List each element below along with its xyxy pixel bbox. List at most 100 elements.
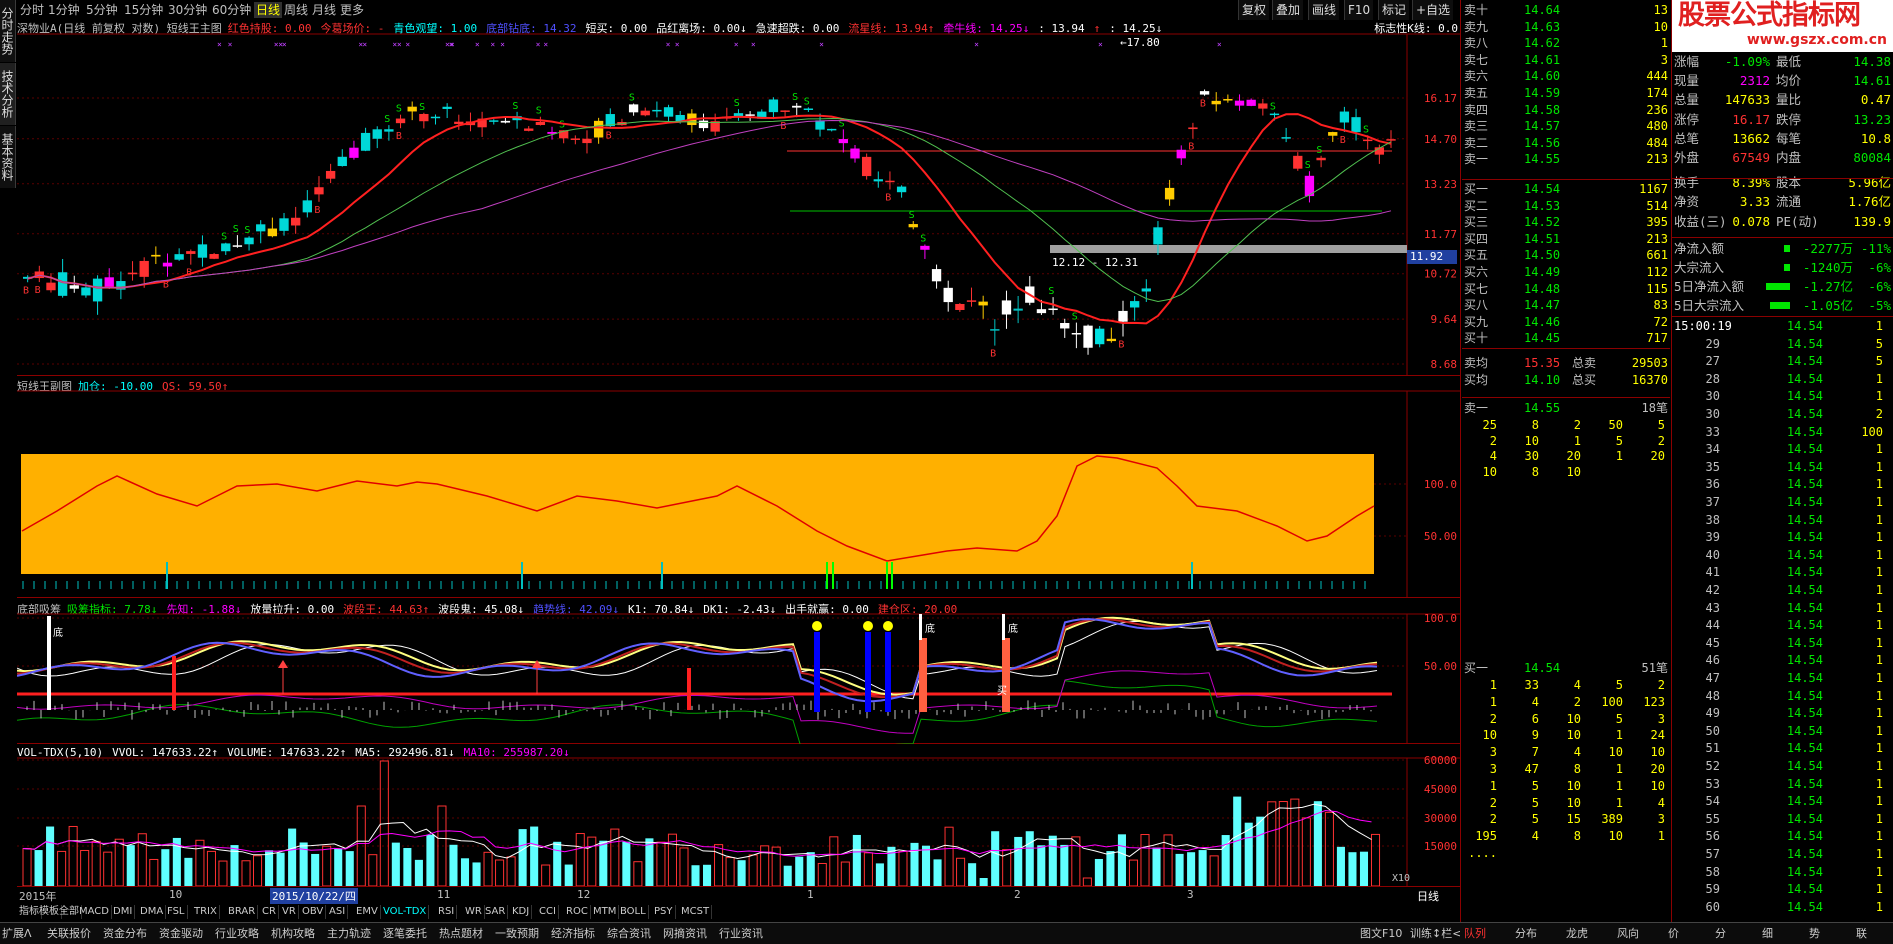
quote-tab[interactable]: 龙虎: [1566, 927, 1588, 941]
bottom-tab[interactable]: 行业资讯: [719, 927, 763, 941]
indicator-tab[interactable]: ASI: [327, 905, 349, 919]
quote-value: 13.23: [1853, 111, 1891, 127]
period-tab[interactable]: 日线: [254, 2, 283, 18]
order-level[interactable]: 买四 14.51 213: [1462, 231, 1670, 248]
order-level[interactable]: 卖三 14.57 480: [1462, 118, 1670, 135]
order-level[interactable]: 卖一 14.55 213: [1462, 151, 1670, 168]
period-tab[interactable]: 60分钟: [210, 2, 253, 18]
order-level[interactable]: 卖七 14.61 3: [1462, 52, 1670, 69]
bottom-tab[interactable]: 逐笔委托: [383, 927, 427, 941]
indicator-tab[interactable]: MCST: [679, 905, 713, 919]
indicator-tab[interactable]: MTM: [591, 905, 620, 919]
bottom-tab[interactable]: 一致预期: [495, 927, 539, 941]
candle: [1258, 103, 1268, 109]
tab-fundamentals[interactable]: 基本资料: [0, 126, 16, 188]
indicator-tab[interactable]: WR: [463, 905, 485, 919]
bottom-tab[interactable]: 综合资讯: [607, 927, 651, 941]
indicator-tab[interactable]: ROC: [564, 905, 591, 919]
indicator-tab[interactable]: CCI: [537, 905, 559, 919]
candlestick-chart[interactable]: 16.1714.7013.2311.7710.729.648.68B B BBSS S…: [17, 20, 1460, 376]
period-tab[interactable]: 1分钟: [46, 2, 82, 18]
indicator-tab[interactable]: CR: [260, 905, 279, 919]
toolbar-button[interactable]: +自选: [1412, 0, 1454, 20]
quote-tab[interactable]: 风向: [1617, 927, 1639, 941]
quote-tab[interactable]: 价: [1668, 927, 1679, 941]
bottom-tab[interactable]: 经济指标: [551, 927, 595, 941]
tab-technical[interactable]: 技术分析: [0, 63, 16, 125]
sub-chart-2-panel[interactable]: 底部吸筹 吸筹指标: 7.78↓ 先知: -1.88↓ 放量拉升: 0.00 波段王: …: [17, 598, 1460, 744]
bottom-tab[interactable]: 网摘资讯: [663, 927, 707, 941]
toolbar-button[interactable]: 画线: [1308, 0, 1340, 20]
indicator-tab[interactable]: RSI: [436, 905, 458, 919]
order-level[interactable]: 卖二 14.56 484: [1462, 135, 1670, 152]
order-level[interactable]: 买二 14.53 514: [1462, 198, 1670, 215]
toolbar-button[interactable]: 复权: [1238, 0, 1270, 20]
indicator-tab[interactable]: TRIX: [192, 905, 220, 919]
order-level[interactable]: 买五 14.50 661: [1462, 247, 1670, 264]
indicator-tab[interactable]: BRAR: [226, 905, 259, 919]
order-level[interactable]: 买六 14.49 112: [1462, 264, 1670, 281]
period-tab[interactable]: 分时: [18, 2, 46, 18]
flow-label: 大宗流入: [1674, 260, 1725, 275]
candle: [372, 129, 382, 139]
bottom-tab[interactable]: 资金分布: [103, 927, 147, 941]
quote-tab[interactable]: 分: [1715, 927, 1726, 941]
bottom-tab[interactable]: 资金驱动: [159, 927, 203, 941]
period-tab[interactable]: 更多: [338, 2, 366, 18]
order-level[interactable]: 卖十 14.64 13: [1462, 2, 1670, 19]
candle: [1234, 100, 1245, 106]
order-level[interactable]: 卖九 14.63 10: [1462, 19, 1670, 36]
order-level[interactable]: 买十 14.45 717: [1462, 330, 1670, 347]
quote-tab[interactable]: 联: [1856, 927, 1867, 941]
toolbar-button[interactable]: 叠加: [1272, 0, 1304, 20]
indicator-tab[interactable]: FSL: [165, 905, 188, 919]
order-level[interactable]: 买一 14.54 1167: [1462, 181, 1670, 198]
period-tab[interactable]: 月线: [310, 2, 338, 18]
indicator-tab[interactable]: SAR: [483, 905, 509, 919]
order-level[interactable]: 买三 14.52 395: [1462, 214, 1670, 231]
indicator-tab[interactable]: VR: [280, 905, 299, 919]
quote-tab[interactable]: 分布: [1515, 927, 1537, 941]
bottom-tab[interactable]: 扩展Λ: [2, 927, 32, 941]
period-tab[interactable]: 30分钟: [166, 2, 209, 18]
bottom-tab[interactable]: 主力轨迹: [327, 927, 371, 941]
order-level[interactable]: 卖六 14.60 444: [1462, 68, 1670, 85]
sub-chart-1-panel[interactable]: 短线王副图 加仓: -10.00 QS: 59.50↑ 100.0 50.00: [17, 376, 1460, 598]
indicator-tab[interactable]: KDJ: [510, 905, 533, 919]
period-tab[interactable]: 周线: [282, 2, 310, 18]
volume-chart[interactable]: 60000 45000 30000 15000 X10: [17, 744, 1460, 886]
indicator-tab[interactable]: DMA: [138, 905, 167, 919]
toolbar-button[interactable]: F10: [1344, 0, 1374, 20]
order-level[interactable]: 卖八 14.62 1: [1462, 35, 1670, 52]
period-tab[interactable]: 15分钟: [122, 2, 165, 18]
indicator-tab[interactable]: DMI: [111, 905, 136, 919]
bottom-tab[interactable]: 行业攻略: [215, 927, 259, 941]
bottom-tab[interactable]: 关联报价: [47, 927, 91, 941]
training-button[interactable]: 训练↕栏<: [1410, 927, 1461, 941]
quote-tab[interactable]: 细: [1762, 927, 1773, 941]
order-level[interactable]: 买八 14.47 83: [1462, 297, 1670, 314]
bottom-tab[interactable]: 机构攻略: [271, 927, 315, 941]
volume-panel[interactable]: VOL-TDX(5,10) VVOL: 147633.22↑ VOLUME: 147…: [17, 744, 1460, 886]
bottom-tab[interactable]: 热点题材: [439, 927, 483, 941]
tick-time: 52: [1705, 759, 1720, 773]
order-level[interactable]: 买七 14.48 115: [1462, 281, 1670, 298]
indicator-tab[interactable]: EMV: [354, 905, 381, 919]
f10-button[interactable]: 图文F10: [1360, 927, 1402, 941]
bottom-accumulation-chart[interactable]: 100.0 50.00 底 底 底买: [17, 598, 1460, 744]
toolbar-button[interactable]: 标记: [1378, 0, 1410, 20]
quote-tab[interactable]: 势: [1809, 927, 1820, 941]
indicator-tab[interactable]: PSY: [652, 905, 676, 919]
order-level[interactable]: 买九 14.46 72: [1462, 314, 1670, 331]
order-level[interactable]: 卖四 14.58 236: [1462, 102, 1670, 119]
tab-intraday[interactable]: 分时走势: [0, 0, 16, 62]
indicator-tab[interactable]: VOL-TDX: [381, 905, 430, 919]
period-tab[interactable]: 5分钟: [84, 2, 120, 18]
indicator-tab[interactable]: BOLL: [618, 905, 649, 919]
indicator-tab[interactable]: OBV: [300, 905, 327, 919]
quote-tab[interactable]: 队列: [1464, 927, 1486, 941]
order-level[interactable]: 卖五 14.59 174: [1462, 85, 1670, 102]
short-term-king-chart[interactable]: 100.0 50.00: [17, 376, 1460, 598]
indicator-tab[interactable]: MACD: [77, 905, 112, 919]
main-chart-panel[interactable]: 深物业A(日线 前复权 对数) 短线王主图 红色持股: 0.00 今葛场价: - 青色…: [17, 20, 1460, 376]
